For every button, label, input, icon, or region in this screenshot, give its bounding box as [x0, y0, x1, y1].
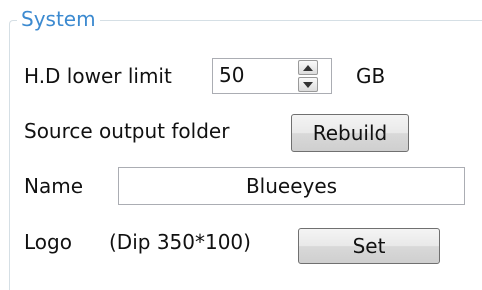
logo-size-hint: (Dip 350*100): [109, 230, 251, 254]
triangle-down-icon: [303, 81, 313, 88]
logo-set-button[interactable]: Set: [298, 228, 440, 264]
spinner-down-button[interactable]: [298, 77, 318, 92]
spinner-up-button[interactable]: [298, 60, 318, 75]
spinner-buttons: [298, 60, 318, 92]
rebuild-button[interactable]: Rebuild: [291, 114, 409, 152]
name-label: Name: [24, 174, 84, 198]
hd-lower-limit-unit: GB: [356, 64, 386, 88]
system-group-title: System: [17, 6, 100, 32]
logo-label: Logo: [24, 230, 72, 254]
triangle-up-icon: [303, 64, 313, 71]
hd-lower-limit-label: H.D lower limit: [24, 64, 172, 88]
name-input[interactable]: Blueeyes: [118, 167, 465, 205]
hd-lower-limit-value[interactable]: 50: [219, 62, 244, 88]
hd-lower-limit-spinner[interactable]: 50: [212, 58, 332, 94]
source-output-folder-label: Source output folder: [24, 119, 230, 143]
